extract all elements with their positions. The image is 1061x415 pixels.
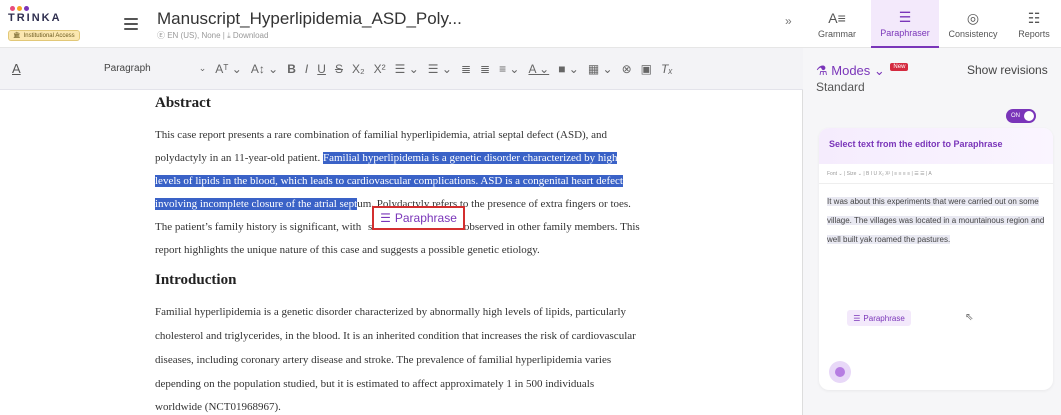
tab-label: Paraphraser — [880, 27, 930, 38]
image-icon[interactable]: ▣ — [641, 62, 652, 76]
paraphrase-icon: ☰ — [380, 211, 391, 225]
document-title[interactable]: Manuscript_Hyperlipidemia_ASD_Poly... — [157, 9, 462, 29]
editor-area[interactable]: Abstract This case report presents a rar… — [0, 90, 803, 415]
hamburger-menu-icon[interactable] — [124, 18, 138, 30]
consistency-icon: ◎ — [966, 9, 980, 26]
reports-icon: ☷ — [1027, 9, 1041, 26]
clear-format-button[interactable]: Tₓ — [661, 62, 673, 76]
tab-grammar[interactable]: A≡ Grammar — [803, 0, 871, 48]
abstract-line: polydactyly in an 11-year-old patient. F… — [155, 152, 618, 164]
paraphrase-icon: ☰ — [853, 313, 861, 323]
align-button[interactable]: ≡ ⌄ — [499, 62, 519, 76]
trinka-logo[interactable]: TRINKA 🏛 Institutional Access — [8, 6, 98, 42]
abstract-line: levels of lipids in the blood, which lea… — [155, 171, 623, 191]
chevron-down-icon[interactable]: ⌄ — [199, 63, 207, 74]
outdent-button[interactable]: ≣ — [461, 62, 471, 76]
indent-button[interactable]: ≣ — [480, 62, 490, 76]
abstract-heading: Abstract — [155, 95, 211, 111]
numbered-list-button[interactable]: ☰ ⌄ — [428, 62, 452, 76]
paragraph-style-select[interactable]: Paragraph — [104, 63, 151, 74]
underline-button[interactable]: U — [317, 62, 326, 76]
tab-label: Reports — [1018, 28, 1050, 39]
abstract-line: report highlights the unique nature of t… — [155, 244, 540, 256]
selected-text: levels of lipids in the blood, which lea… — [155, 175, 623, 187]
abstract-line: This case report presents a rare combina… — [155, 129, 608, 141]
paraphraser-icon: ☰ — [898, 8, 912, 25]
selected-text: Familial hyperlipidemia is a genetic dis… — [323, 152, 618, 164]
text-style-button[interactable]: A — [12, 61, 26, 76]
selected-text: involving incomplete closure of the atri… — [155, 198, 358, 210]
bank-icon: 🏛 — [13, 33, 21, 39]
intro-line: worldwide (NCT01968967). — [155, 401, 281, 413]
app-root: TRINKA 🏛 Institutional Access Manuscript… — [0, 0, 1061, 415]
subscript-button[interactable]: X₂ — [352, 62, 365, 76]
paraphrase-popup-button[interactable]: ☰ Paraphrase — [372, 206, 465, 230]
sample-text[interactable]: It was about this experiments that were … — [819, 184, 1053, 257]
show-revisions-toggle[interactable]: ON — [1006, 109, 1036, 123]
sample-paraphrase-button[interactable]: ☰ Paraphrase — [847, 310, 911, 326]
paraphrase-card: Select text from the editor to Paraphras… — [819, 128, 1053, 390]
introduction-heading: Introduction — [155, 272, 237, 288]
mini-toolbar[interactable]: Font ⌄ | Size ⌄ | B I U X₂ X² | ≡ ≡ ≡ ≡ … — [819, 164, 1053, 184]
intro-line: depending on the population studied, but… — [155, 378, 595, 390]
editor-header: TRINKA 🏛 Institutional Access Manuscript… — [0, 0, 803, 48]
intro-line: cholesterol and triglycerides, in the bl… — [155, 330, 636, 342]
document-meta[interactable]: Ⓔ EN (US), None | ⤓ Download — [157, 30, 268, 41]
paraphrase-popup-label: Paraphrase — [394, 211, 457, 225]
show-revisions-label: Show revisions — [967, 63, 1048, 77]
logo-dots-icon — [10, 6, 98, 11]
intro-line: diseases, including coronary artery dise… — [155, 354, 612, 366]
mode-value: Standard — [816, 80, 865, 94]
card-heading: Select text from the editor to Paraphras… — [819, 128, 1053, 164]
line-height-button[interactable]: A↕ ⌄ — [251, 62, 278, 76]
table-button[interactable]: ▦ ⌄ — [588, 62, 613, 76]
formatting-toolbar: A Paragraph ⌄ Aᵀ ⌄ A↕ ⌄ B I U S X₂ X² ☰ … — [0, 48, 803, 90]
badge-label: Institutional Access — [23, 32, 75, 39]
right-panel-tabs: A≡ Grammar ☰ Paraphraser ◎ Consistency ☷… — [803, 0, 1061, 48]
logo-text: TRINKA — [8, 12, 62, 24]
font-color-button[interactable]: A ⌄ — [528, 62, 549, 76]
collapse-panel-button[interactable]: » — [785, 14, 803, 34]
paraphraser-panel: ⚗ Modes ⌄ New Standard Show revisions ON… — [803, 48, 1061, 415]
highlight-color-button[interactable]: ■ ⌄ — [558, 62, 579, 76]
italic-button[interactable]: I — [305, 62, 308, 76]
tab-reports[interactable]: ☷ Reports — [1007, 0, 1061, 48]
grammar-icon: A≡ — [828, 9, 846, 26]
play-icon[interactable] — [829, 361, 851, 383]
bold-button[interactable]: B — [287, 62, 296, 76]
intro-line: Familial hyperlipidemia is a genetic dis… — [155, 306, 627, 318]
tab-label: Grammar — [818, 28, 856, 39]
tab-label: Consistency — [948, 28, 998, 39]
institutional-access-badge: 🏛 Institutional Access — [8, 30, 80, 41]
bullet-list-button[interactable]: ☰ ⌄ — [395, 62, 419, 76]
superscript-button[interactable]: X² — [374, 62, 386, 76]
link-icon[interactable]: ⊗ — [622, 62, 632, 76]
modes-dropdown[interactable]: ⚗ Modes ⌄ New — [816, 63, 909, 79]
tab-paraphraser[interactable]: ☰ Paraphraser — [871, 0, 939, 48]
modes-label: ⚗ Modes ⌄ — [816, 63, 885, 78]
mouse-cursor-icon: ⇖ — [965, 312, 974, 323]
strikethrough-button[interactable]: S — [335, 62, 343, 76]
new-badge: New — [890, 63, 909, 71]
tab-consistency[interactable]: ◎ Consistency — [939, 0, 1007, 48]
font-size-button[interactable]: Aᵀ ⌄ — [215, 62, 242, 76]
